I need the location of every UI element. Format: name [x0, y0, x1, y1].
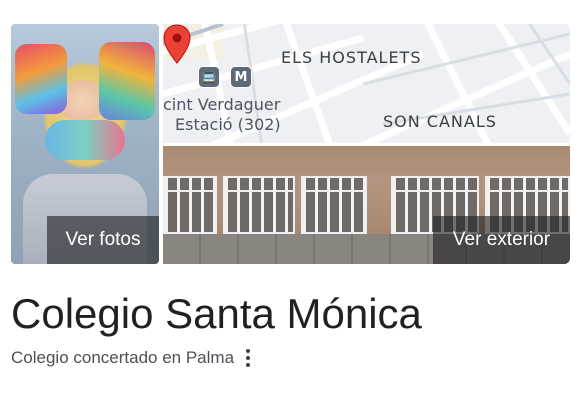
map-area-label: SON CANALS — [383, 112, 497, 131]
place-card: Ver fotos ELS HOSTALETS SON CANALS 🚍 M c… — [0, 0, 579, 403]
photo-image-detail — [45, 120, 125, 160]
photo-image-detail — [99, 42, 155, 120]
station-label: Estació (302) — [175, 115, 281, 134]
photo-gallery: Ver fotos ELS HOSTALETS SON CANALS 🚍 M c… — [11, 24, 570, 264]
exterior-image-window — [223, 176, 295, 234]
photo-image — [15, 44, 67, 114]
metro-icon: M — [230, 66, 252, 88]
exterior-tile[interactable]: Ver exterior — [163, 146, 570, 264]
more-vert-icon[interactable] — [242, 348, 254, 368]
place-title: Colegio Santa Mónica — [11, 290, 422, 337]
map-thumbnail[interactable]: ELS HOSTALETS SON CANALS 🚍 M cint Verdag… — [163, 24, 570, 143]
place-subtitle: Colegio concertado en Palma — [11, 346, 254, 370]
view-photos-button[interactable]: Ver fotos — [47, 216, 159, 264]
exterior-image-window — [301, 176, 367, 234]
photos-tile[interactable]: Ver fotos — [11, 24, 159, 264]
bus-icon: 🚍 — [198, 66, 220, 88]
map-pin-icon — [163, 24, 191, 64]
map-area-label: ELS HOSTALETS — [281, 48, 422, 67]
station-label: cint Verdaguer — [163, 95, 281, 114]
view-exterior-button[interactable]: Ver exterior — [433, 216, 570, 264]
place-category: Colegio concertado en Palma — [11, 348, 235, 367]
exterior-image-window — [163, 176, 217, 234]
